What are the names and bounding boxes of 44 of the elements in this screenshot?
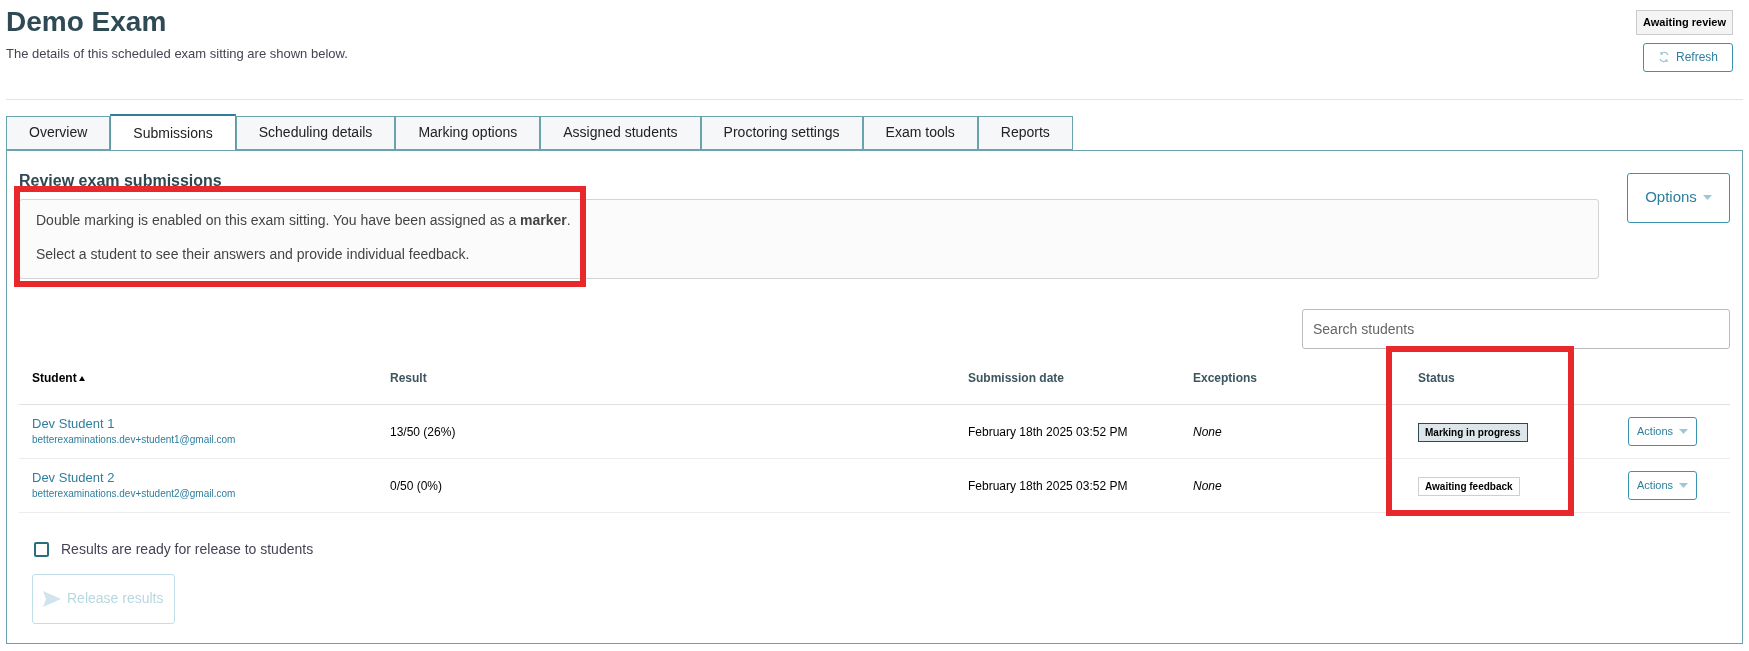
column-header: Submission date [968,370,1065,387]
send-icon [43,590,61,607]
column-header[interactable]: Student [32,369,77,387]
caret-icon [1679,428,1689,434]
refresh-button[interactable]: Refresh [1642,42,1733,72]
notice-text: Select a student to see their answers and provide individual feedback. [36,244,471,264]
column-header: Status [1418,370,1455,387]
tab[interactable]: Overview [6,115,111,150]
column-header: Result [390,370,427,387]
student-email: betterexaminations.dev+student1@gmail.com [32,433,236,447]
status-badge: Awaiting feedback [1418,477,1520,496]
submission-date: February 18th 2025 03:52 PM [968,425,1128,439]
tab[interactable]: Scheduling details [235,115,396,150]
result-text: 0/50 (0%) [390,479,443,493]
tab[interactable]: Submissions [110,113,236,151]
tab[interactable]: Reports [977,115,1073,150]
sort-arrow-icon [78,375,85,381]
status-badge: Marking in progress [1418,423,1528,442]
tab[interactable]: Exam tools [862,115,978,150]
tab[interactable]: Proctoring settings [700,115,863,150]
page-title: Demo Exam [6,5,168,39]
page-subtitle: The details of this scheduled exam sitting are shown below. [6,45,348,63]
section-heading: Review exam submissions [19,170,223,191]
caret-icon [1679,482,1689,488]
tab[interactable]: Marking options [395,115,541,150]
actions-button[interactable]: Actions [1628,416,1698,446]
student-name-link[interactable]: Dev Student 2 [32,469,115,486]
submission-date: February 18th 2025 03:52 PM [968,479,1128,493]
student-email: betterexaminations.dev+student2@gmail.com [32,487,236,501]
student-name-link[interactable]: Dev Student 1 [32,415,115,432]
column-header: Exceptions [1193,370,1258,387]
tab[interactable]: Assigned students [540,115,701,150]
refresh-icon [1657,51,1670,63]
result-text: 13/50 (26%) [390,425,456,439]
notice-text: Double marking is enabled on this exam sitting. You have been assigned as a marker. [36,210,572,230]
search-field[interactable]: Search students [1302,308,1730,349]
actions-button[interactable]: Actions [1628,470,1698,500]
status-badge: Awaiting review [1636,10,1733,35]
exceptions-text: None [1193,425,1222,439]
exceptions-text: None [1193,479,1222,493]
caret-icon [1702,195,1712,200]
release-checkbox[interactable] [34,541,49,557]
options-button[interactable]: Options [1627,172,1730,223]
checkbox-label: Results are ready for release to students [61,539,314,559]
